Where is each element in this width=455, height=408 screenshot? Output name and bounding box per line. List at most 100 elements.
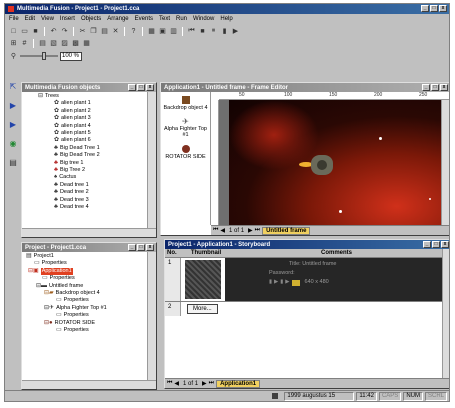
new-icon[interactable]: □ [9,27,18,36]
paste-icon[interactable]: ▤ [100,27,109,36]
last-app-icon[interactable]: ⏭ [209,380,214,387]
transition-icon[interactable]: ▶ [285,278,289,287]
frame-tab[interactable]: Untitled frame [262,226,311,235]
project-maximize-button[interactable]: □ [137,244,145,251]
tree-item[interactable]: ▭ Properties [24,297,145,304]
minimize-button[interactable]: _ [421,5,429,12]
tree-item[interactable]: ♠ Cactus [24,174,145,181]
tree-item[interactable]: ✿ alien plant 5 [24,130,145,137]
menu-events[interactable]: Events [135,16,153,22]
menu-insert[interactable]: Insert [60,16,75,22]
storyboard-vertical-scrollbar[interactable] [442,249,449,378]
rewind-icon[interactable]: ⏮ [187,27,196,36]
prev-app-icon[interactable]: ◀ [174,380,179,387]
prev-frame-icon[interactable]: ◀ [220,227,225,234]
pause-icon[interactable]: ⏸ [209,27,218,36]
first-frame-icon[interactable]: ⏮ [213,227,218,234]
frame-thumbnail[interactable] [185,260,221,299]
menu-view[interactable]: View [41,16,54,22]
tree-item[interactable]: ♣ Big tree 1 [24,160,145,167]
tree-item[interactable]: ♣ Dead tree 3 [24,197,145,204]
menu-run[interactable]: Run [176,16,187,22]
fade-out-icon[interactable]: ▮ [280,278,283,287]
run-icon[interactable]: ▶ [231,27,240,36]
redo-icon[interactable]: ↷ [60,27,69,36]
storyboard-icon[interactable]: ▦ [147,27,156,36]
tree-folder[interactable]: ⊟ Trees [24,93,145,100]
menu-arrange[interactable]: Arrange [107,16,128,22]
tree-item[interactable]: ▭ Properties [24,327,145,334]
tree-item[interactable]: ▤ Project1 [24,253,145,260]
delete-icon[interactable]: ✕ [111,27,120,36]
tree-item[interactable]: ♣ Big Dead Tree 2 [24,152,145,159]
more-button[interactable]: More... [187,304,218,314]
tree-item[interactable]: ✿ alien plant 1 [24,100,145,107]
storyboard-close-button[interactable]: x [441,241,449,248]
tree-item[interactable]: ▭ Properties [24,275,145,282]
back-icon[interactable]: ▨ [60,39,69,48]
tree-item[interactable]: ♣ Big Tree 2 [24,167,145,174]
frame-vertical-scrollbar[interactable] [441,100,449,225]
stop-icon[interactable]: ■ [198,27,207,36]
objects-maximize-button[interactable]: □ [137,84,145,91]
objects-horizontal-scrollbar[interactable] [22,228,156,237]
layers-icon[interactable]: ▤ [38,39,47,48]
frame-object[interactable]: ✈ Alpha Fighter Top #1 [161,112,210,139]
group-icon[interactable]: ▩ [71,39,80,48]
tree-item[interactable]: ♣ Dead tree 2 [24,189,145,196]
tree-item[interactable]: ▭ Properties [24,312,145,319]
tree-item[interactable]: ✿ alien plant 3 [24,115,145,122]
save-icon[interactable]: ■ [31,27,40,36]
objects-close-button[interactable]: x [146,84,154,91]
front-icon[interactable]: ▧ [49,39,58,48]
storyboard-row[interactable]: 2 More... [165,302,442,316]
project-horizontal-scrollbar[interactable] [22,380,156,389]
maximize-button[interactable]: □ [430,5,438,12]
library-icon[interactable]: ▤ [9,158,17,167]
last-frame-icon[interactable]: ⏭ [255,227,260,234]
storyboard-row[interactable]: 1 Title: Untitled frame Password: ▮ ▶ ▮ … [165,258,442,302]
tree-item[interactable]: ⊟✈ Alpha Fighter Top #1 [24,305,145,312]
pointer-icon[interactable]: ⇱ [10,82,17,91]
step-icon[interactable]: ▮ [220,27,229,36]
tree-item[interactable]: ♣ Dead tree 1 [24,182,145,189]
tree-item[interactable]: ⊟● ROTATOR SIDE [24,320,145,327]
undo-icon[interactable]: ↶ [49,27,58,36]
ship-sprite[interactable] [299,152,335,178]
project-close-button[interactable]: x [146,244,154,251]
zoom-slider[interactable] [20,52,58,60]
open-icon[interactable]: ▭ [20,27,29,36]
next-app-icon[interactable]: ▶ [202,380,207,387]
copy-icon[interactable]: ❐ [89,27,98,36]
frame-object[interactable]: Backdrop object 4 [161,92,210,112]
first-app-icon[interactable]: ⏮ [167,380,172,387]
play-icon[interactable]: ▶ [274,278,278,287]
storyboard-minimize-button[interactable]: _ [423,241,431,248]
menu-window[interactable]: Window [193,16,214,22]
storyboard-maximize-button[interactable]: □ [432,241,440,248]
frame-editor-icon[interactable]: ▣ [158,27,167,36]
menu-file[interactable]: File [9,16,19,22]
tree-item[interactable]: ♣ Dead tree 4 [24,204,145,211]
menu-edit[interactable]: Edit [25,16,35,22]
objects-minimize-button[interactable]: _ [128,84,136,91]
close-button[interactable]: x [439,5,447,12]
project-vertical-scrollbar[interactable] [147,252,156,380]
tree-item[interactable]: ♣ Big Dead Tree 1 [24,145,145,152]
menu-objects[interactable]: Objects [81,16,101,22]
frame-canvas[interactable] [219,100,441,225]
frame-minimize-button[interactable]: _ [422,84,430,91]
tree-item[interactable]: ⊟▰ Backdrop object 4 [24,290,145,297]
grid-icon[interactable]: # [20,39,29,48]
properties-icon[interactable]: ◉ [10,139,17,148]
application-tab[interactable]: Application1 [216,379,261,388]
frame-nav-icon[interactable]: ▶ [10,101,16,110]
palette-icon[interactable] [291,279,300,286]
help-icon[interactable]: ? [129,27,138,36]
frame-maximize-button[interactable]: □ [431,84,439,91]
tree-item[interactable]: ⊟▬ Untitled frame [24,283,145,290]
zoom-field[interactable]: 100 % [60,51,82,61]
menu-text[interactable]: Text [159,16,170,22]
frame-object[interactable]: ROTATOR SIDE [161,139,210,161]
menu-help[interactable]: Help [220,16,232,22]
